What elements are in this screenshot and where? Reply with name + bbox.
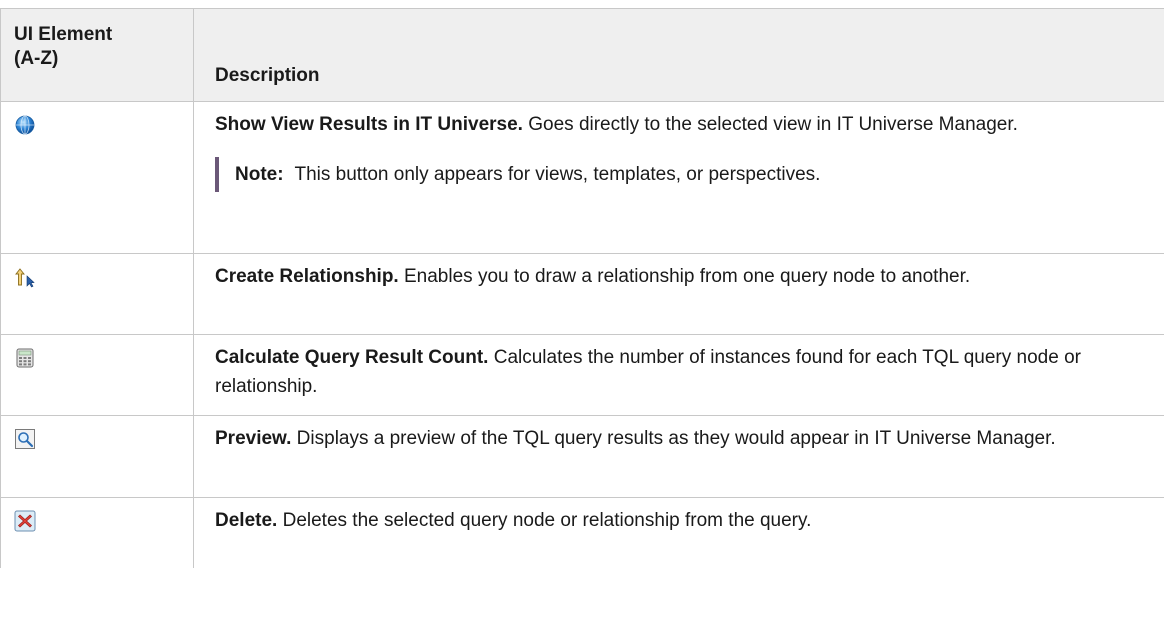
description-cell: Show View Results in IT Universe. Goes d… [193, 101, 1164, 254]
row-title: Calculate Query Result Count. [215, 347, 489, 368]
ui-element-column-header: UI Element (A-Z) [0, 8, 194, 102]
preview-magnifier-icon [15, 429, 35, 449]
icon-cell [0, 334, 194, 416]
table-row: Create Relationship. Enables you to draw… [0, 253, 1164, 335]
description-cell: Create Relationship. Enables you to draw… [193, 253, 1164, 335]
icon-cell [0, 415, 194, 498]
header-row: UI Element (A-Z) Description [0, 8, 1164, 102]
delete-x-icon [14, 510, 36, 532]
icon-cell [0, 101, 194, 254]
row-title: Preview. [215, 428, 292, 449]
note-block: Note: This button only appears for views… [215, 157, 1152, 192]
row-text: Goes directly to the selected view in IT… [522, 114, 1018, 135]
table-row: Calculate Query Result Count. Calculates… [0, 334, 1164, 416]
note-label: Note: [235, 164, 284, 185]
description-column-header: Description [193, 8, 1164, 102]
row-text: Deletes the selected query node or relat… [277, 510, 812, 531]
icon-cell [0, 497, 194, 568]
description-cell: Preview. Displays a preview of the TQL q… [193, 415, 1164, 498]
calculator-icon [16, 348, 34, 368]
table-row: Delete. Deletes the selected query node … [0, 497, 1164, 568]
ui-element-header-line2: (A-Z) [14, 48, 59, 69]
row-text: Displays a preview of the TQL query resu… [291, 428, 1056, 449]
globe-icon [15, 115, 35, 135]
icon-cell [0, 253, 194, 335]
description-cell: Delete. Deletes the selected query node … [193, 497, 1164, 568]
row-title: Create Relationship. [215, 266, 399, 287]
table-row: Preview. Displays a preview of the TQL q… [0, 415, 1164, 498]
note-text: This button only appears for views, temp… [294, 164, 821, 185]
row-title: Delete. [215, 510, 278, 531]
ui-element-header-line1: UI Element [14, 24, 113, 45]
row-text: Enables you to draw a relationship from … [398, 266, 971, 287]
table-row: Show View Results in IT Universe. Goes d… [0, 101, 1164, 254]
create-relationship-icon [15, 268, 35, 288]
description-cell: Calculate Query Result Count. Calculates… [193, 334, 1164, 416]
row-title: Show View Results in IT Universe. [215, 114, 523, 135]
ui-element-table: UI Element (A-Z) Description Show View R… [0, 8, 1164, 568]
